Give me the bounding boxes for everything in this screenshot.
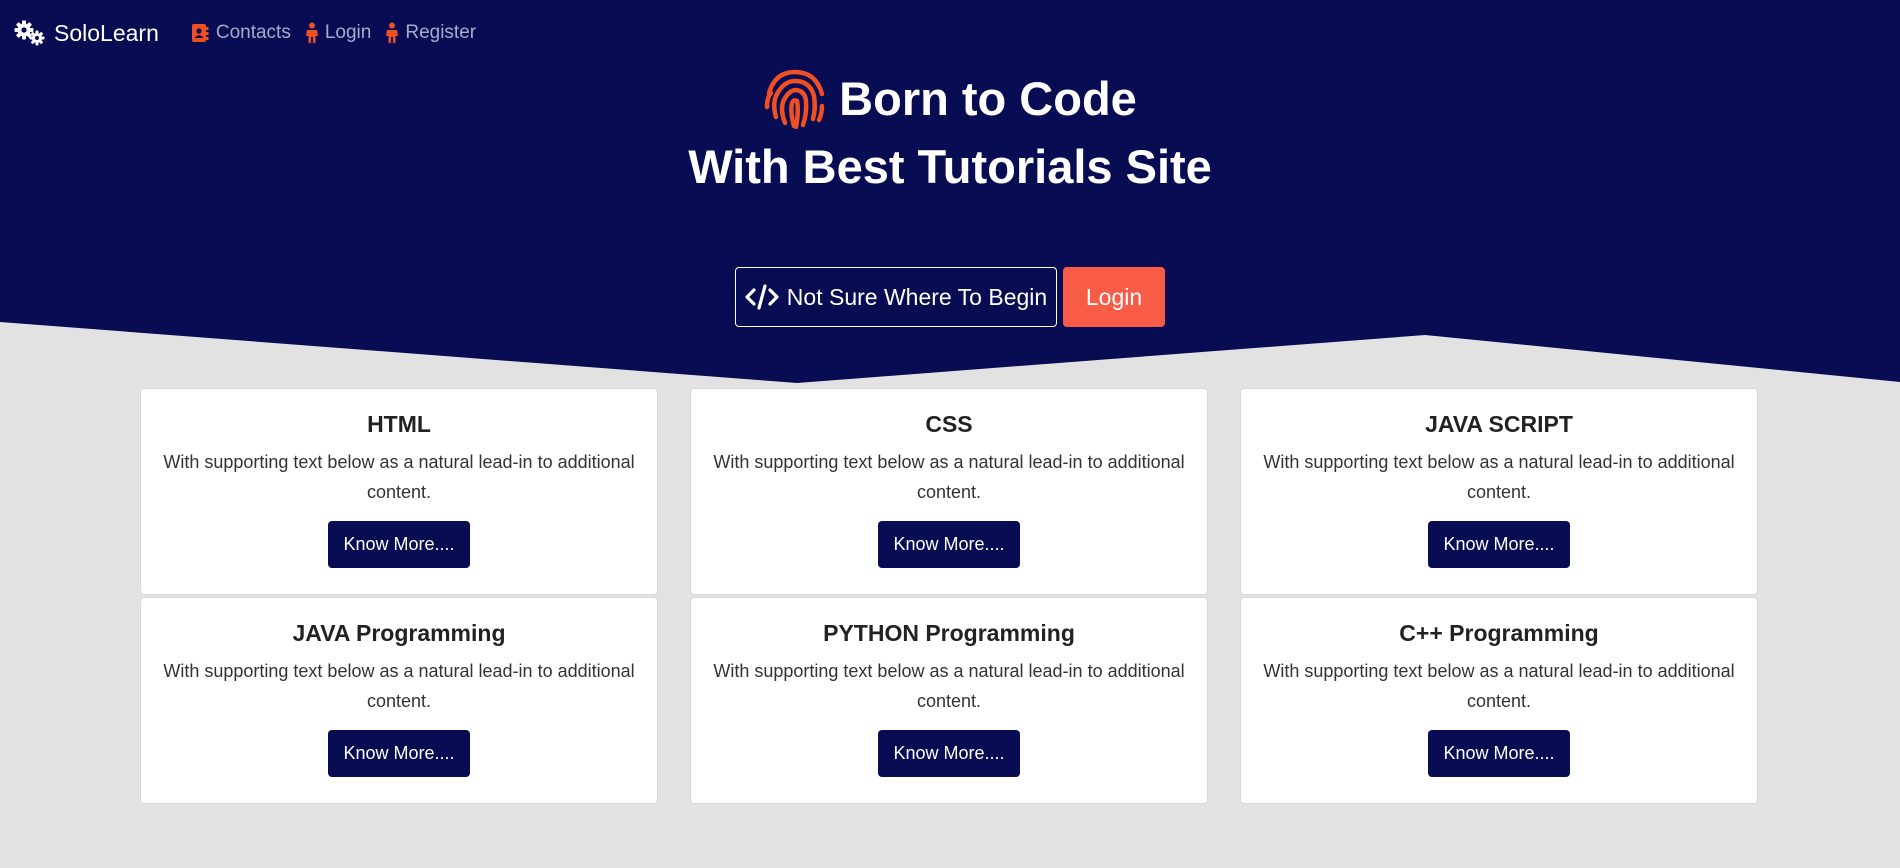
address-book-icon — [191, 24, 209, 42]
not-sure-button-label: Not Sure Where To Begin — [786, 283, 1048, 310]
course-card-css: CSS With supporting text below as a natu… — [690, 388, 1208, 595]
person-icon — [386, 22, 399, 43]
fingerprint-icon — [764, 69, 825, 129]
course-card-html: HTML With supporting text below as a nat… — [140, 388, 658, 595]
nav-link-label: Register — [405, 22, 477, 43]
card-title: JAVA Programming — [292, 620, 506, 646]
card-text: With supporting text below as a natural … — [163, 661, 635, 711]
person-icon — [305, 22, 318, 43]
know-more-button[interactable]: Know More.... — [878, 730, 1020, 777]
card-text: With supporting text below as a natural … — [163, 452, 635, 502]
card-text: With supporting text below as a natural … — [713, 661, 1185, 711]
card-text: With supporting text below as a natural … — [1263, 661, 1735, 711]
card-text: With supporting text below as a natural … — [1263, 452, 1735, 502]
gears-icon — [14, 20, 45, 46]
course-card-cpp: C++ Programming With supporting text bel… — [1240, 597, 1758, 804]
card-title: HTML — [367, 411, 431, 437]
brand-link[interactable]: SoloLearn — [14, 20, 159, 47]
not-sure-where-to-begin-button[interactable]: Not Sure Where To Begin — [735, 267, 1057, 327]
card-title: JAVA SCRIPT — [1425, 411, 1573, 437]
hero-login-button[interactable]: Login — [1063, 267, 1165, 327]
hero-heading: Born to Code With Best Tutorials Site — [0, 64, 1900, 202]
nav-link-contacts[interactable]: Contacts — [190, 22, 291, 44]
course-card-java: JAVA Programming With supporting text be… — [140, 597, 658, 804]
course-card-python: PYTHON Programming With supporting text … — [690, 597, 1208, 804]
know-more-button[interactable]: Know More.... — [328, 521, 470, 568]
hero-title-row: Born to Code — [0, 64, 1900, 132]
nav-link-register[interactable]: Register — [385, 22, 476, 44]
navbar: SoloLearn Contacts Login Register — [14, 16, 476, 50]
know-more-button[interactable]: Know More.... — [328, 730, 470, 777]
card-title: C++ Programming — [1399, 620, 1599, 646]
course-cards-grid: HTML With supporting text below as a nat… — [140, 388, 1758, 804]
nav-link-login[interactable]: Login — [305, 22, 372, 44]
hero-title-line2: With Best Tutorials Site — [688, 140, 1212, 193]
brand-name: SoloLearn — [54, 19, 159, 46]
hero-title-line1: Born to Code — [839, 71, 1137, 125]
know-more-button[interactable]: Know More.... — [878, 521, 1020, 568]
code-icon — [745, 284, 779, 310]
card-text: With supporting text below as a natural … — [713, 452, 1185, 502]
card-title: PYTHON Programming — [823, 620, 1075, 646]
nav-link-label: Login — [324, 22, 372, 43]
card-title: CSS — [925, 411, 973, 437]
course-card-javascript: JAVA SCRIPT With supporting text below a… — [1240, 388, 1758, 595]
nav-link-label: Contacts — [215, 22, 291, 43]
know-more-button[interactable]: Know More.... — [1428, 730, 1570, 777]
hero-actions: Not Sure Where To Begin Login — [0, 267, 1900, 327]
know-more-button[interactable]: Know More.... — [1428, 521, 1570, 568]
